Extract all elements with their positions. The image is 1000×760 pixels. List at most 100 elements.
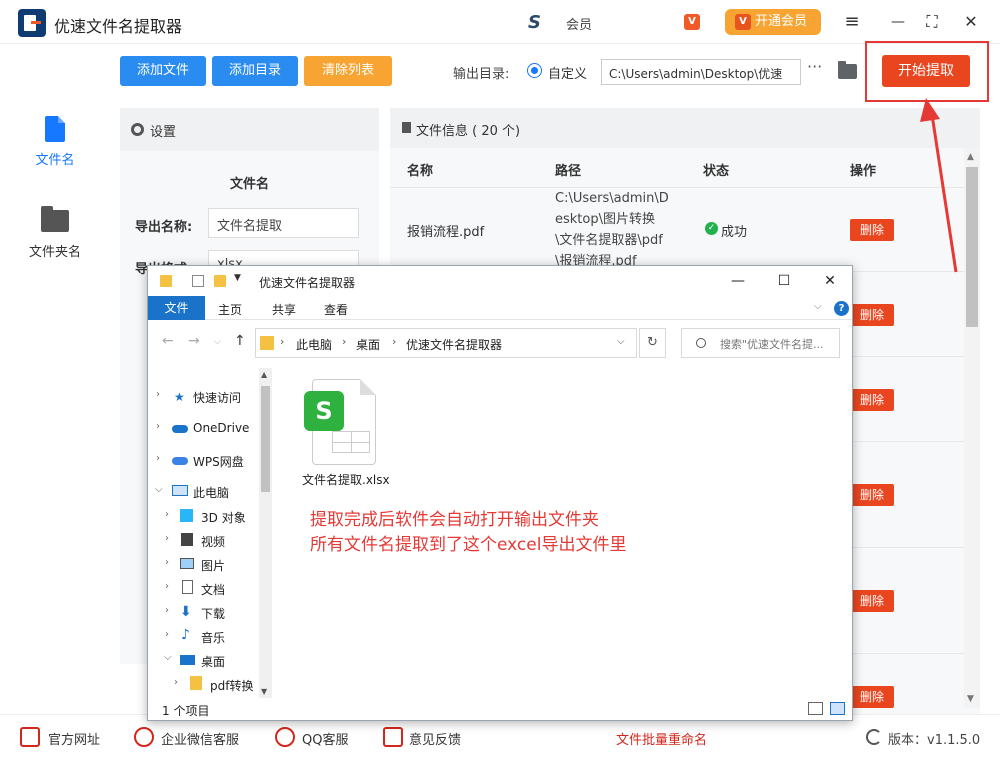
annotation-line-1: 提取完成后软件会自动打开输出文件夹 [310,510,599,530]
tree-item-downloads[interactable]: 下载 [201,605,225,622]
scroll-up-icon[interactable]: ▲ [967,152,974,162]
collapse-arrow-icon[interactable]: ⌵ [155,484,163,495]
large-icons-view-icon[interactable] [830,702,845,715]
recent-dropdown-icon[interactable]: ⌵ [214,337,221,347]
breadcrumb-desktop[interactable]: 桌面 [356,336,380,353]
delete-button[interactable]: 删除 [850,686,894,708]
app-logo-icon [18,9,46,37]
version-refresh-icon[interactable] [866,729,882,745]
tab-view[interactable]: 查看 [324,301,348,318]
navigation-pane-scrollbar[interactable]: ▲ ▼ [259,368,272,698]
refresh-icon[interactable]: ↻ [639,328,666,358]
explorer-close-button[interactable]: ✕ [820,272,840,290]
qq-icon [275,727,295,747]
explorer-maximize-button[interactable]: ☐ [774,272,794,290]
breadcrumb-current-folder[interactable]: 优速文件名提取器 [406,336,502,353]
help-icon[interactable]: ? [834,301,849,316]
open-vip-button[interactable]: V 开通会员 [725,9,821,35]
address-bar[interactable]: › 此电脑 › 桌面 › 优速文件名提取器 ⌵ [255,328,637,358]
tab-file[interactable]: 文件 [148,296,205,320]
breadcrumb-this-pc[interactable]: 此电脑 [296,336,332,353]
add-directory-button[interactable]: 添加目录 [212,56,298,86]
output-path-input[interactable]: C:\Users\admin\Desktop\优速 [601,59,801,85]
wechat-service-link[interactable]: 企业微信客服 [161,729,239,748]
quick-access-dropdown-icon[interactable]: ▼ [234,273,246,285]
user-logo-icon[interactable]: S [528,12,556,33]
expand-arrow-icon[interactable]: › [165,581,169,592]
new-folder-icon[interactable] [214,275,226,287]
tree-item-documents[interactable]: 文档 [201,581,225,598]
batch-rename-link[interactable]: 文件批量重命名 [616,729,707,748]
file-list-scrollbar[interactable]: ▲ ▼ [964,148,980,708]
expand-arrow-icon[interactable]: › [165,605,169,616]
expand-arrow-icon[interactable]: › [165,557,169,568]
up-arrow-icon[interactable]: ↑ [234,333,246,349]
tree-item-desktop[interactable]: 桌面 [201,653,225,670]
breadcrumb-separator-icon[interactable]: › [342,335,346,348]
nav-item-foldername[interactable]: 文件夹名 [0,206,110,260]
qq-service-link[interactable]: QQ客服 [302,729,348,748]
annotation-line-2: 所有文件名提取到了这个excel导出文件里 [310,535,627,555]
expand-arrow-icon[interactable]: › [156,453,160,464]
close-button[interactable]: ✕ [959,10,983,34]
minimize-button[interactable]: — [886,10,910,34]
details-view-icon[interactable] [808,702,823,715]
tree-item-quick-access[interactable]: 快速访问 [193,389,241,406]
delete-button[interactable]: 删除 [850,590,894,612]
search-icon [696,338,706,348]
xlsx-file-icon[interactable]: S [304,379,376,465]
xlsx-file-name[interactable]: 文件名提取.xlsx [302,471,390,488]
more-icon[interactable]: ··· [807,57,827,81]
maximize-button[interactable]: ⛶ [920,10,944,34]
explorer-minimize-button[interactable]: — [728,272,748,290]
open-folder-icon[interactable] [838,61,857,79]
breadcrumb-separator-icon[interactable]: › [392,335,396,348]
expand-arrow-icon[interactable]: › [165,533,169,544]
tab-home[interactable]: 主页 [218,301,242,318]
expand-arrow-icon[interactable]: › [165,629,169,640]
tree-item-videos[interactable]: 视频 [201,533,225,550]
back-arrow-icon[interactable]: ← [162,333,174,349]
address-dropdown-icon[interactable]: ⌵ [617,336,625,347]
forward-arrow-icon[interactable]: → [188,333,200,349]
scroll-thumb[interactable] [966,167,978,327]
properties-icon[interactable] [192,275,204,287]
nav-item-filename[interactable]: 文件名 [0,116,110,168]
clear-list-button[interactable]: 清除列表 [304,56,392,86]
custom-radio[interactable] [527,63,542,78]
add-file-button[interactable]: 添加文件 [120,56,206,86]
delete-button[interactable]: 删除 [850,484,894,506]
tab-share[interactable]: 共享 [272,301,296,318]
scroll-thumb[interactable] [261,386,270,492]
scroll-down-icon[interactable]: ▼ [967,694,974,704]
tree-item-wps[interactable]: WPS网盘 [193,453,244,470]
expand-arrow-icon[interactable]: › [156,389,160,400]
breadcrumb-separator-icon[interactable]: › [280,335,284,348]
column-header-action: 操作 [850,164,877,179]
tree-item-this-pc[interactable]: 此电脑 [193,484,229,501]
feedback-link[interactable]: 意见反馈 [409,729,461,748]
export-name-input[interactable]: 文件名提取 [208,208,359,238]
expand-arrow-icon[interactable]: › [165,509,169,520]
tree-item-3d-objects[interactable]: 3D 对象 [201,509,246,526]
custom-radio-label[interactable]: 自定义 [548,63,587,82]
collapse-arrow-icon[interactable]: ⌵ [164,652,172,663]
expand-arrow-icon[interactable]: › [174,677,178,688]
star-icon: ★ [174,390,185,404]
tree-item-pdf-convert[interactable]: pdf转换 [210,677,253,694]
ribbon-expand-icon[interactable]: ⌵ [814,301,822,312]
user-text[interactable]: 会员 [566,14,592,33]
tree-item-pictures[interactable]: 图片 [201,557,225,574]
scroll-up-icon[interactable]: ▲ [261,370,267,379]
scroll-down-icon[interactable]: ▼ [261,687,267,696]
tree-item-music[interactable]: 音乐 [201,629,225,646]
menu-icon[interactable]: ≡ [840,10,864,34]
official-site-link[interactable]: 官方网址 [48,729,100,748]
tree-item-onedrive[interactable]: OneDrive [193,421,249,435]
delete-button[interactable]: 删除 [850,389,894,411]
expand-arrow-icon[interactable]: › [156,421,160,432]
computer-icon [172,485,188,496]
vip-badge-icon[interactable]: V [684,14,700,30]
delete-button[interactable]: 删除 [850,219,894,241]
delete-button[interactable]: 删除 [850,304,894,326]
